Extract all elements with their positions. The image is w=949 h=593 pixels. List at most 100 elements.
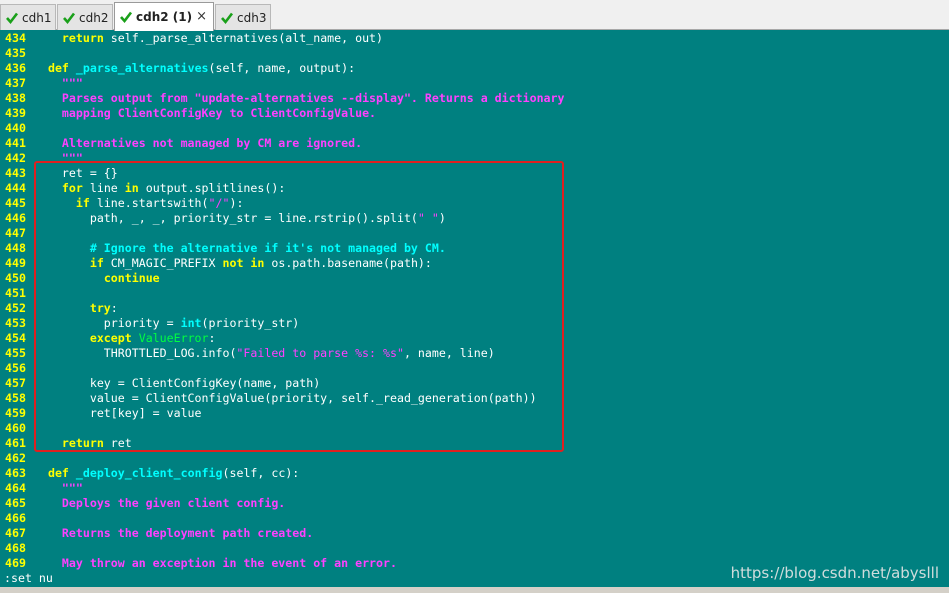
command-line[interactable]: :set nu — [4, 571, 53, 586]
code-token: os.path.basename(path): — [264, 256, 432, 270]
line-number: 452 — [5, 301, 26, 315]
code-text: Parses output from "update-alternatives … — [34, 91, 565, 106]
code-text: value = ClientConfigValue(priority, self… — [34, 391, 537, 406]
line-number: 443 — [5, 166, 26, 180]
code-token: # Ignore the alternative if it's not man… — [89, 241, 446, 255]
code-text: mapping ClientConfigKey to ClientConfigV… — [34, 106, 376, 121]
line-number: 466 — [5, 511, 26, 525]
code-token: Alternatives not managed by CM are ignor… — [61, 136, 363, 150]
line-number: 438 — [5, 91, 26, 105]
code-text: if line.startswith("/"): — [34, 196, 244, 211]
line-number: 446 — [5, 211, 26, 225]
line-number: 455 — [5, 346, 26, 360]
code-token: CM_MAGIC_PREFIX — [103, 256, 223, 270]
code-text: Alternatives not managed by CM are ignor… — [34, 136, 362, 151]
line-number: 445 — [5, 196, 26, 210]
check-icon — [221, 12, 234, 24]
code-token: _deploy_client_config — [75, 466, 223, 480]
tab-cdh3[interactable]: cdh3 — [215, 4, 271, 30]
line-number: 442 — [5, 151, 26, 165]
code-token: in — [124, 181, 139, 195]
line-number: 463 — [5, 466, 26, 480]
code-token: : — [110, 301, 118, 315]
code-token: if — [89, 256, 104, 270]
tab-cdh1[interactable]: cdh1 — [0, 4, 56, 30]
code-text: def _parse_alternatives(self, name, outp… — [34, 61, 355, 76]
code-text: try: — [34, 301, 118, 316]
code-token: """ — [61, 151, 83, 165]
line-number: 450 — [5, 271, 26, 285]
code-token: Parses output from "update-alternatives … — [61, 91, 565, 105]
code-token: THROTTLED_LOG.info( — [34, 346, 237, 360]
code-token: value = ClientConfigValue(priority, self… — [34, 391, 537, 405]
code-token: continue — [103, 271, 160, 285]
code-token: line — [82, 181, 125, 195]
code-token: May throw an exception in the event of a… — [61, 556, 397, 570]
code-text: # Ignore the alternative if it's not man… — [34, 241, 446, 256]
code-token: "/" — [208, 196, 230, 210]
code-text: if CM_MAGIC_PREFIX not in os.path.basena… — [34, 256, 432, 271]
tab-cdh2-1[interactable]: cdh2 (1) × — [114, 2, 214, 31]
code-token: " " — [417, 211, 439, 225]
status-bar — [0, 587, 949, 593]
code-text: """ — [34, 481, 83, 496]
code-token: ret[key] = value — [34, 406, 202, 420]
check-icon — [63, 12, 76, 24]
tab-cdh2[interactable]: cdh2 — [57, 4, 113, 30]
code-token: not in — [222, 256, 265, 270]
code-token: ret — [103, 436, 132, 450]
line-number: 448 — [5, 241, 26, 255]
line-number: 459 — [5, 406, 26, 420]
code-token: priority = — [34, 316, 181, 330]
line-number: 456 — [5, 361, 26, 375]
line-number: 464 — [5, 481, 26, 495]
code-text: continue — [34, 271, 160, 286]
line-number: 465 — [5, 496, 26, 510]
line-number: 462 — [5, 451, 26, 465]
code-token: (self, cc): — [222, 466, 300, 480]
code-text: def _deploy_client_config(self, cc): — [34, 466, 299, 481]
terminal-editor[interactable]: 434 return self._parse_alternatives(alt_… — [0, 31, 949, 575]
close-icon[interactable]: × — [196, 9, 207, 24]
line-number: 468 — [5, 541, 26, 555]
code-token: if — [75, 196, 90, 210]
code-token: line.startswith( — [89, 196, 209, 210]
tab-label: cdh2 — [79, 10, 109, 25]
line-number: 458 — [5, 391, 26, 405]
code-token: (self, name, output): — [208, 61, 356, 75]
tab-label: cdh1 — [22, 10, 52, 25]
code-text: """ — [34, 151, 83, 166]
code-text: path, _, _, priority_str = line.rstrip()… — [34, 211, 446, 226]
code-text: THROTTLED_LOG.info("Failed to parse %s: … — [34, 346, 495, 361]
code-token: return — [61, 436, 104, 450]
line-number: 461 — [5, 436, 26, 450]
watermark: https://blog.csdn.net/abyslll — [730, 564, 939, 582]
code-token: try — [89, 301, 111, 315]
code-token: ) — [438, 211, 446, 225]
code-text: Deploys the given client config. — [34, 496, 285, 511]
code-text: return self._parse_alternatives(alt_name… — [34, 31, 383, 46]
line-number: 440 — [5, 121, 26, 135]
line-number: 435 — [5, 46, 26, 60]
code-token: (priority_str) — [201, 316, 300, 330]
code-token: def — [47, 61, 69, 75]
check-icon — [6, 12, 19, 24]
line-number: 434 — [5, 31, 26, 45]
